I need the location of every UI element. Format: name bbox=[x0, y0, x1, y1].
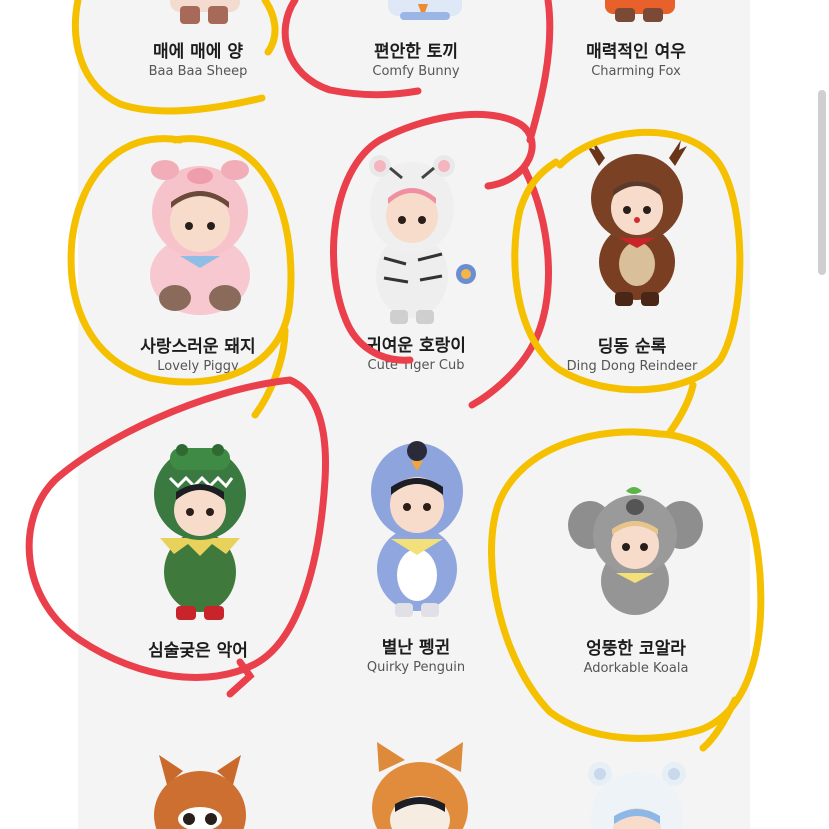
product-korean-name: 별난 펭귄 bbox=[381, 638, 451, 658]
sheep-figure-image bbox=[170, 0, 240, 24]
product-korean-name: 심술궂은 악어 bbox=[148, 641, 248, 661]
product-english-name: Charming Fox bbox=[591, 64, 681, 79]
product-card-penguin[interactable]: 별난 펭귄 Quirky Penguin bbox=[306, 638, 526, 676]
product-english-name: Lovely Piggy bbox=[157, 359, 239, 374]
product-card-reindeer[interactable]: 딩동 순록 Ding Dong Reindeer bbox=[522, 337, 742, 375]
product-korean-name: 매에 매에 양 bbox=[152, 42, 244, 62]
fox-figure-image bbox=[605, 0, 675, 22]
product-english-name: Cute Tiger Cub bbox=[367, 358, 465, 373]
piggy-figure-image bbox=[150, 160, 250, 315]
product-english-name: Adorkable Koala bbox=[583, 661, 689, 676]
product-korean-name: 딩동 순록 bbox=[597, 337, 667, 357]
product-korean-name: 사랑스러운 돼지 bbox=[140, 337, 256, 357]
product-korean-name: 편안한 토끼 bbox=[373, 42, 459, 62]
penguin-figure-image bbox=[371, 441, 463, 617]
scrollbar[interactable] bbox=[815, 0, 829, 829]
product-korean-name: 귀여운 호랑이 bbox=[366, 336, 466, 356]
reindeer-figure-image bbox=[587, 140, 687, 306]
product-english-name: Ding Dong Reindeer bbox=[566, 359, 698, 374]
product-korean-name: 매력적인 여우 bbox=[586, 42, 686, 62]
polar-bear-figure-image bbox=[588, 762, 686, 829]
raccoon-figure-image bbox=[154, 755, 246, 829]
product-card-koala[interactable]: 엉뚱한 코알라 Adorkable Koala bbox=[526, 639, 746, 677]
product-english-name: Baa Baa Sheep bbox=[148, 64, 248, 79]
product-card-fox[interactable]: 매력적인 여우 Charming Fox bbox=[526, 42, 746, 80]
product-grid-panel bbox=[78, 0, 750, 829]
product-card-bunny[interactable]: 편안한 토끼 Comfy Bunny bbox=[306, 42, 526, 80]
product-card-sheep[interactable]: 매에 매에 양 Baa Baa Sheep bbox=[88, 42, 308, 80]
koala-figure-image bbox=[568, 487, 703, 615]
product-card-piggy[interactable]: 사랑스러운 돼지 Lovely Piggy bbox=[88, 337, 308, 375]
scrollbar-thumb[interactable] bbox=[818, 90, 826, 275]
shiba-figure-image bbox=[372, 742, 468, 829]
crocodile-figure-image bbox=[154, 444, 246, 620]
product-card-tiger[interactable]: 귀여운 호랑이 Cute Tiger Cub bbox=[306, 336, 526, 374]
product-korean-name: 엉뚱한 코알라 bbox=[586, 639, 686, 659]
product-english-name: Quirky Penguin bbox=[366, 660, 466, 675]
bunny-figure-image bbox=[388, 0, 462, 20]
product-english-name: Comfy Bunny bbox=[372, 64, 460, 79]
product-card-crocodile[interactable]: 심술궂은 악어 bbox=[88, 641, 308, 663]
tiger-figure-image bbox=[369, 155, 476, 324]
